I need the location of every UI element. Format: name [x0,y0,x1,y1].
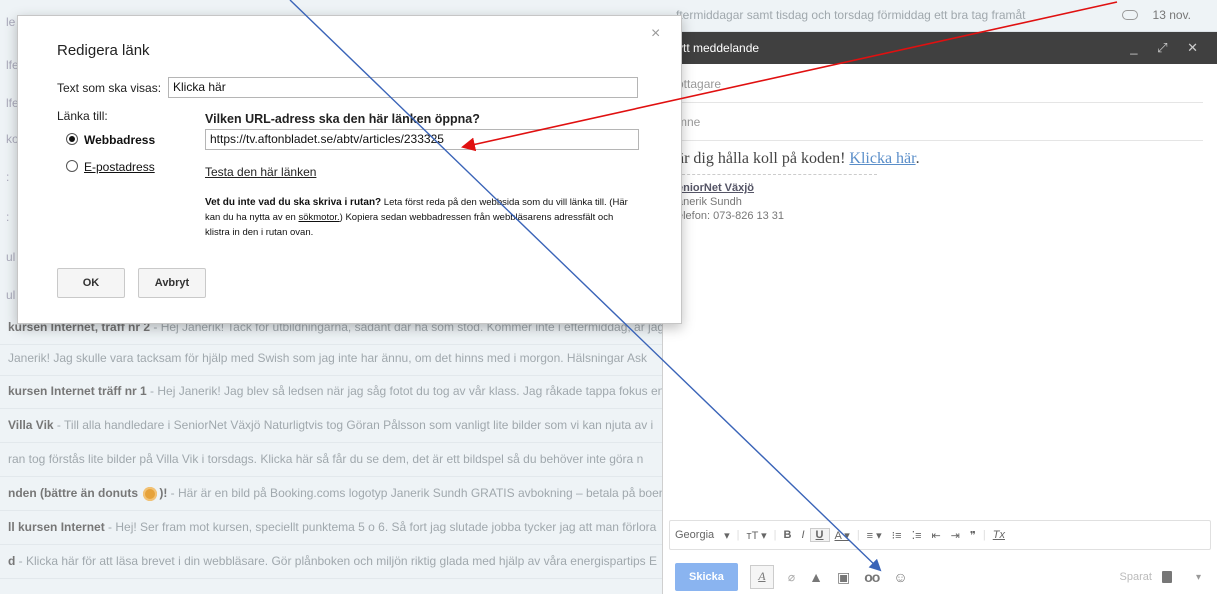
donut-emoji-icon [143,486,158,501]
close-icon[interactable]: × [651,25,660,43]
quote-icon[interactable]: ❞ [965,529,981,542]
list-item[interactable]: nden (bättre än donuts )! - Här är en bi… [0,476,662,511]
drive-icon[interactable]: ▲ [809,569,823,585]
list-item[interactable]: kursen Internet träff nr 1 - Hej Janerik… [0,374,662,409]
ok-button[interactable]: OK [57,268,125,298]
more-options-icon[interactable]: ▾ [1196,572,1201,583]
display-text-input[interactable]: Klicka här [168,77,638,98]
attach-icon[interactable]: ⌀ [788,570,795,584]
font-size-button[interactable]: тT ▾ [742,529,772,542]
font-select[interactable]: Georgia [670,529,719,541]
snippet: - Hej! Ser fram mot kursen, speciellt pu… [104,520,657,534]
to-field[interactable]: ottagare [677,66,1203,103]
align-button[interactable]: ≡ ▾ [862,529,887,542]
message-body[interactable]: är dig hålla koll på koden! Klicka här. … [677,150,1203,223]
formatting-toolbar: Georgia ▾ | тT ▾ | B I U A ▾ | ≡ ▾ ⁝≡ ⁚≡… [669,520,1211,550]
dialog-title: Redigera länk [57,42,150,59]
photo-icon[interactable]: ▣ [837,569,850,586]
signature-phone: elefon: 073-826 13 31 [677,210,785,222]
help-bold: Vet du inte vad du ska skriva i rutan? [205,197,382,208]
link-to-label: Länka till: [57,109,108,123]
signature-line: anerik Sundh [677,196,742,208]
sidebar-fragment: ul [6,288,16,302]
list-item[interactable]: d - Klicka här för att läsa brevet i din… [0,544,662,579]
body-text: är dig hålla koll på koden! [677,150,850,167]
cancel-button[interactable]: Avbryt [138,268,206,298]
paperclip-icon [1122,10,1138,20]
radio-selected-icon[interactable] [66,133,78,145]
format-options-icon[interactable]: A [749,565,774,589]
snippet: Janerik! Jag skulle vara tacksam för hjä… [8,351,647,365]
sidebar-fragment: ul [6,250,16,264]
text-color-button[interactable]: A ▾ [830,529,855,542]
sender: Villa Vik [8,418,54,432]
bulleted-list-icon[interactable]: ⁚≡ [907,529,927,542]
sidebar-fragment: : [6,170,10,184]
signature: eniorNet Växjö anerik Sundh elefon: 073-… [677,174,877,223]
snippet: - Hej Janerik! Jag blev så ledsen när ja… [146,384,662,398]
list-item[interactable]: Villa Vik - Till alla handledare i Senio… [0,408,662,443]
numbered-list-icon[interactable]: ⁝≡ [887,529,907,542]
saved-status: Sparat [1119,571,1152,583]
subject-field[interactable]: mne [677,104,1203,141]
radio-email-label: E-postadress [84,160,155,174]
body-end: . [915,150,920,167]
indent-more-icon[interactable]: ⇥ [946,529,965,542]
clear-format-icon[interactable]: Tx [988,529,1010,541]
edit-link-dialog: Redigera länk × Text som ska visas: Klic… [17,15,682,324]
chevron-down-icon[interactable]: ▾ [719,529,735,542]
bold-button[interactable]: B [779,529,797,541]
test-link[interactable]: Testa den här länken [205,165,316,179]
sender: kursen Internet träff nr 1 [8,384,147,398]
underline-button[interactable]: U [809,528,830,542]
link-icon[interactable]: oo [864,569,880,585]
sender: nden (bättre än donuts [8,486,142,500]
compose-title: ytt meddelande [677,41,760,55]
list-item[interactable]: ran tog förstås lite bilder på Villa Vik… [0,442,662,477]
snippet: ran tog förstås lite bilder på Villa Vik… [8,452,644,466]
snippet: - Klicka här för att läsa brevet i din w… [15,554,658,568]
body-link[interactable]: Klicka här [849,150,915,167]
snippet: - Till alla handledare i SeniorNet Växjö… [53,418,654,432]
url-question: Vilken URL-adress ska den här länken öpp… [205,112,480,126]
send-button[interactable]: Skicka [675,563,738,591]
radio-web-address[interactable]: Webbadress [66,133,155,147]
radio-web-label: Webbadress [84,133,156,147]
date: 13 nov. [1152,8,1191,22]
action-bar: Skicka A ⌀ ▲ ▣ oo ☺ Sparat ▾ [669,562,1209,592]
emoji-icon[interactable]: ☺ [893,569,907,585]
window-controls[interactable]: _ ⤢ ✕ [1130,32,1206,64]
sender: ll kursen Internet [8,520,105,534]
snippet: - Här är en bild på Booking.coms logotyp… [167,486,662,500]
indent-less-icon[interactable]: ⇤ [927,529,946,542]
list-item-top[interactable]: ftermiddagar samt tisdag och torsdag för… [662,0,1217,32]
signature-name[interactable]: eniorNet Växjö [677,181,877,195]
compose-header[interactable]: ytt meddelande _ ⤢ ✕ [663,32,1217,64]
trash-icon[interactable] [1161,571,1172,583]
italic-button[interactable]: I [796,529,809,541]
snippet: ftermiddagar samt tisdag och torsdag för… [676,8,1026,22]
list-item[interactable]: Janerik! Jag skulle vara tacksam för hjä… [0,341,662,376]
display-text-label: Text som ska visas: [57,81,162,95]
radio-unselected-icon[interactable] [66,160,78,172]
sidebar-fragment: : [6,210,10,224]
compose-window: ytt meddelande _ ⤢ ✕ ottagare mne är dig… [662,32,1217,594]
sidebar-fragment: le [6,15,16,29]
list-item[interactable]: ll kursen Internet - Hej! Ser fram mot k… [0,510,662,545]
search-engine-link[interactable]: sökmotor. [298,212,339,223]
url-input[interactable]: https://tv.aftonbladet.se/abtv/articles/… [205,129,639,150]
help-text: Vet du inte vad du ska skriva i rutan? L… [205,195,635,240]
radio-email-address[interactable]: E-postadress [66,160,155,174]
to-placeholder: ottagare [677,77,722,91]
